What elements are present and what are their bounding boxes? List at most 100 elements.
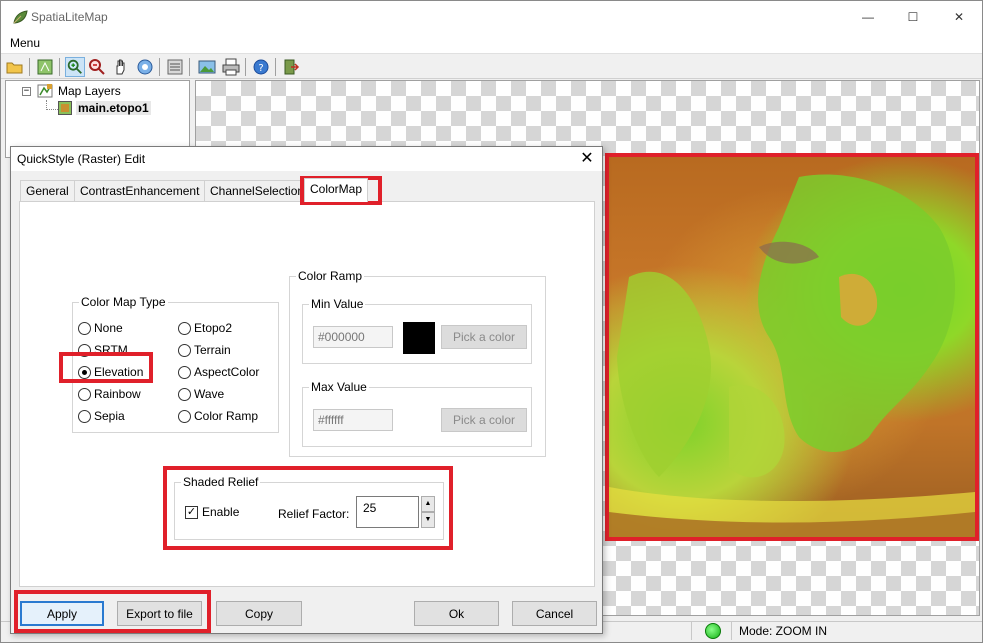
- radio-color-ramp[interactable]: Color Ramp: [178, 409, 258, 423]
- checkmark-icon: ✓: [185, 505, 198, 519]
- layer-properties-button[interactable]: [165, 57, 185, 77]
- shaded-relief-group: Shaded Relief ✓ Enable Relief Factor: 25…: [174, 475, 444, 540]
- radio-srtm[interactable]: SRTM: [78, 343, 128, 357]
- max-value-legend: Max Value: [309, 380, 369, 394]
- max-value-input[interactable]: #ffffff: [313, 409, 393, 431]
- radio-label: Color Ramp: [194, 409, 259, 423]
- properties-icon: [167, 59, 183, 75]
- export-to-file-button[interactable]: Export to file: [117, 601, 202, 626]
- radio-indicator: [78, 387, 91, 401]
- spin-up-button[interactable]: ▲: [421, 496, 435, 512]
- color-map-type-legend: Color Map Type: [79, 295, 168, 309]
- add-layer-button[interactable]: [35, 57, 55, 77]
- radio-indicator-checked: [78, 365, 91, 379]
- tab-general[interactable]: General: [20, 180, 75, 201]
- export-image-button[interactable]: [197, 57, 217, 77]
- maximize-button[interactable]: ☐: [890, 1, 936, 33]
- radio-wave[interactable]: Wave: [178, 387, 224, 401]
- min-pick-color-button[interactable]: Pick a color: [441, 325, 527, 349]
- radio-label: AspectColor: [194, 365, 260, 379]
- raster-layer-icon: [58, 101, 72, 115]
- copy-button[interactable]: Copy: [216, 601, 302, 626]
- status-ok-icon: [705, 623, 721, 639]
- cancel-button[interactable]: Cancel: [512, 601, 597, 626]
- max-value-group: Max Value #ffffff Pick a color: [302, 380, 532, 447]
- map-raster-image: [605, 153, 979, 541]
- image-icon: [198, 60, 216, 74]
- spin-down-button[interactable]: ▼: [421, 512, 435, 528]
- radio-aspectcolor[interactable]: AspectColor: [178, 365, 259, 379]
- status-mode: Mode: ZOOM IN: [739, 624, 828, 638]
- pan-button[interactable]: [111, 57, 131, 77]
- radio-indicator: [78, 409, 91, 423]
- arrow-down-icon: ▼: [424, 516, 432, 523]
- menu-bar: Menu: [1, 33, 982, 53]
- open-folder-button[interactable]: [5, 57, 25, 77]
- close-button[interactable]: ✕: [936, 1, 982, 33]
- radio-terrain[interactable]: Terrain: [178, 343, 231, 357]
- zoom-in-button[interactable]: [65, 57, 85, 77]
- radio-label: Elevation: [94, 365, 144, 379]
- min-value-input[interactable]: #000000: [313, 326, 393, 348]
- maximize-icon: ☐: [907, 10, 919, 24]
- print-button[interactable]: [221, 57, 241, 77]
- min-color-swatch: [403, 322, 435, 354]
- enable-label: Enable: [202, 505, 240, 519]
- arrow-up-icon: ▲: [424, 500, 432, 507]
- color-ramp-legend: Color Ramp: [296, 269, 365, 283]
- status-separator: [731, 622, 732, 640]
- radio-label: Wave: [194, 387, 225, 401]
- radio-label: Sepia: [94, 409, 125, 423]
- map-layers-icon: [37, 84, 53, 98]
- zoom-out-button[interactable]: [87, 57, 107, 77]
- apply-button[interactable]: Apply: [20, 601, 104, 626]
- max-pick-color-button[interactable]: Pick a color: [441, 408, 527, 432]
- hand-icon: [116, 59, 125, 75]
- radio-indicator: [178, 343, 191, 357]
- zoom-in-icon: [67, 59, 82, 74]
- min-value-legend: Min Value: [309, 297, 366, 311]
- printer-icon: [222, 58, 240, 76]
- minimize-button[interactable]: —: [845, 1, 891, 33]
- tab-colormap[interactable]: ColorMap: [304, 178, 369, 202]
- tab-channel-selection[interactable]: ChannelSelection: [204, 180, 302, 201]
- radio-none[interactable]: None: [78, 321, 123, 335]
- radio-rainbow[interactable]: Rainbow: [78, 387, 141, 401]
- color-ramp-group: Color Ramp Min Value #000000 Pick a colo…: [289, 269, 546, 457]
- radio-sepia[interactable]: Sepia: [78, 409, 125, 423]
- radio-label: SRTM: [94, 343, 128, 357]
- dialog-title-bar: QuickStyle (Raster) Edit ✕: [11, 147, 602, 171]
- tree-collapse-toggle[interactable]: −: [22, 87, 31, 96]
- add-layer-icon: [37, 59, 53, 75]
- colormap-tab-panel: Color Map Type None SRTM Elevation Rainb…: [19, 201, 595, 587]
- tree-root-label[interactable]: Map Layers: [58, 84, 121, 98]
- help-button[interactable]: ?: [251, 57, 271, 77]
- minimize-icon: —: [862, 10, 874, 24]
- shaded-relief-legend: Shaded Relief: [181, 475, 261, 489]
- ok-button[interactable]: Ok: [414, 601, 499, 626]
- app-title: SpatiaLiteMap: [31, 10, 108, 24]
- relief-factor-label: Relief Factor:: [278, 507, 350, 521]
- status-separator: [691, 622, 692, 640]
- radio-indicator: [178, 387, 191, 401]
- quickstyle-raster-dialog: QuickStyle (Raster) Edit ✕ General Contr…: [10, 146, 603, 634]
- radio-indicator: [78, 321, 91, 335]
- radio-indicator: [178, 409, 191, 423]
- folder-icon: [6, 62, 23, 74]
- menu-item-menu[interactable]: Menu: [10, 36, 40, 50]
- exit-button[interactable]: [281, 57, 301, 77]
- dialog-title: QuickStyle (Raster) Edit: [17, 152, 146, 166]
- tab-contrast-enhancement[interactable]: ContrastEnhancement: [74, 180, 206, 201]
- identify-button[interactable]: [135, 57, 155, 77]
- radio-indicator: [78, 343, 91, 357]
- radio-etopo2[interactable]: Etopo2: [178, 321, 232, 335]
- radio-elevation[interactable]: Elevation: [78, 365, 143, 379]
- enable-checkbox[interactable]: ✓ Enable: [185, 505, 239, 519]
- tree-connector: [46, 109, 58, 110]
- relief-factor-input[interactable]: 25: [356, 496, 419, 528]
- layer-item-main-etopo1[interactable]: main.etopo1: [76, 101, 151, 115]
- help-icon: ?: [253, 59, 269, 75]
- dialog-close-button[interactable]: ✕: [577, 149, 597, 169]
- elevation-relief-image: [609, 174, 975, 537]
- color-map-type-group: Color Map Type None SRTM Elevation Rainb…: [72, 295, 279, 433]
